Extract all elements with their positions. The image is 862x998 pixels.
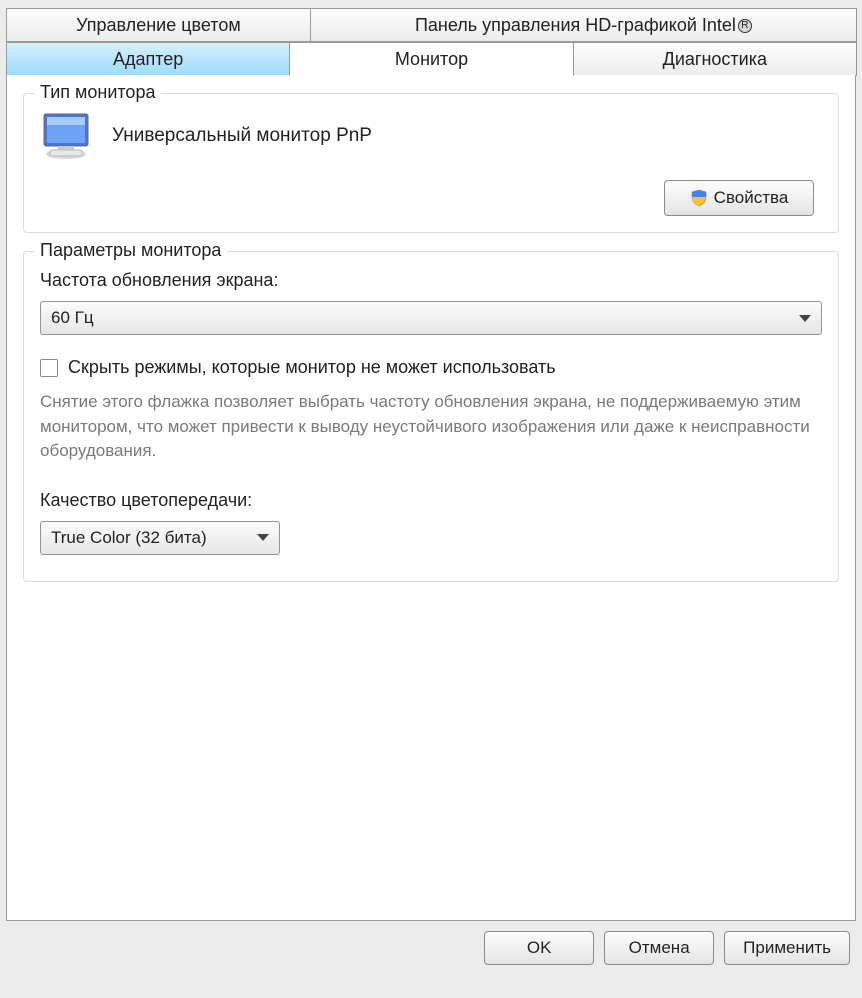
dialog-button-bar: OK Отмена Применить (6, 921, 856, 971)
chevron-down-icon (257, 534, 269, 541)
properties-button-label: Свойства (714, 188, 789, 208)
tab-intel-hd-graphics[interactable]: Панель управления HD-графикой IntelR (310, 8, 857, 42)
tab-row-bottom: Адаптер Монитор Диагностика (6, 42, 856, 76)
properties-button[interactable]: Свойства (664, 180, 814, 216)
tab-color-management[interactable]: Управление цветом (6, 8, 311, 42)
monitor-info-row: Универсальный монитор PnP (40, 112, 822, 160)
shield-icon (690, 189, 708, 207)
cancel-button[interactable]: Отмена (604, 931, 714, 965)
monitor-icon (40, 112, 96, 160)
refresh-rate-select[interactable]: 60 Гц (40, 301, 822, 335)
monitor-settings-group: Параметры монитора Частота обновления эк… (23, 251, 839, 582)
ok-button[interactable]: OK (484, 931, 594, 965)
refresh-rate-value: 60 Гц (51, 308, 94, 328)
monitor-panel: Тип монитора Универсальный монитор PnP (6, 75, 856, 921)
hide-modes-row: Скрыть режимы, которые монитор не может … (40, 357, 822, 378)
hide-modes-label: Скрыть режимы, которые монитор не может … (68, 357, 556, 378)
hide-modes-hint: Снятие этого флажка позволяет выбрать ча… (40, 390, 822, 464)
group-title: Параметры монитора (34, 240, 227, 261)
tab-label: Адаптер (113, 49, 183, 69)
tab-label: Диагностика (663, 49, 767, 69)
color-quality-label: Качество цветопередачи: (40, 490, 822, 511)
color-quality-value: True Color (32 бита) (51, 528, 207, 548)
ok-button-label: OK (527, 938, 552, 958)
tab-diagnostics[interactable]: Диагностика (573, 42, 857, 76)
tab-adapter[interactable]: Адаптер (6, 42, 290, 76)
apply-button-label: Применить (743, 938, 831, 958)
chevron-down-icon (799, 315, 811, 322)
group-title: Тип монитора (34, 82, 161, 103)
hide-modes-checkbox[interactable] (40, 359, 58, 377)
registered-icon: R (738, 19, 752, 33)
refresh-rate-label: Частота обновления экрана: (40, 270, 822, 291)
cancel-button-label: Отмена (629, 938, 690, 958)
tabs-container: Управление цветом Панель управления HD-г… (6, 8, 856, 921)
tab-label: Управление цветом (76, 15, 241, 35)
properties-button-row: Свойства (40, 180, 822, 216)
monitor-name: Универсальный монитор PnP (112, 125, 372, 147)
color-quality-select[interactable]: True Color (32 бита) (40, 521, 280, 555)
monitor-type-group: Тип монитора Универсальный монитор PnP (23, 93, 839, 233)
apply-button[interactable]: Применить (724, 931, 850, 965)
tab-monitor[interactable]: Монитор (289, 42, 573, 76)
display-properties-dialog: Управление цветом Панель управления HD-г… (0, 0, 862, 977)
tab-label: Монитор (395, 49, 468, 69)
tab-label: Панель управления HD-графикой Intel (415, 15, 736, 35)
tab-row-top: Управление цветом Панель управления HD-г… (6, 8, 856, 42)
